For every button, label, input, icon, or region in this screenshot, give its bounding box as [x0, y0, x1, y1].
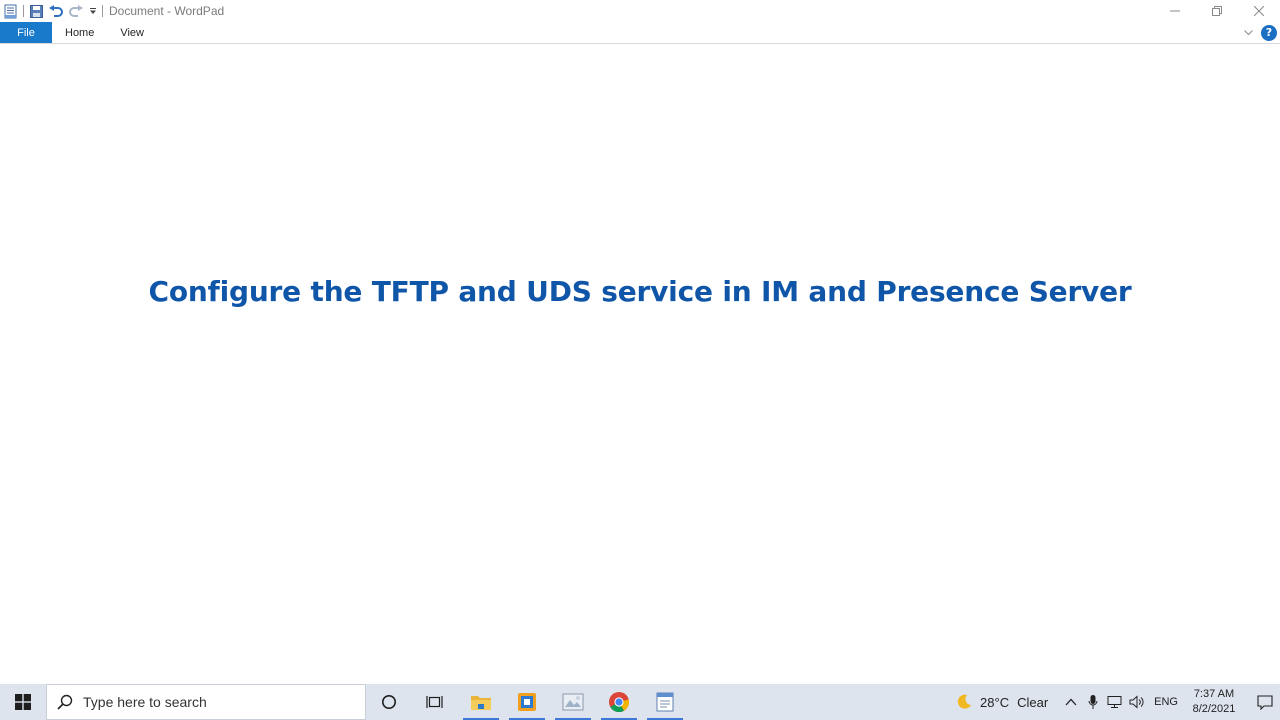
- notification-center-icon[interactable]: [1250, 684, 1280, 720]
- redo-icon[interactable]: [66, 1, 86, 21]
- search-placeholder: Type here to search: [83, 694, 207, 710]
- system-tray: 28°C Clear ENG 7:37 AM 8/2/2021: [956, 684, 1280, 720]
- volume-icon[interactable]: [1126, 684, 1148, 720]
- weather-widget[interactable]: 28°C Clear: [956, 694, 1048, 710]
- cortana-icon[interactable]: [366, 684, 412, 720]
- expand-ribbon-icon[interactable]: [1241, 26, 1255, 40]
- wordpad-window: Document - WordPad File Home View ? Conf…: [0, 0, 1280, 720]
- document-heading: Configure the TFTP and UDS service in IM…: [148, 275, 1132, 308]
- clock-date: 8/2/2021: [1192, 703, 1236, 715]
- taskbar-search-box[interactable]: Type here to search: [46, 684, 366, 720]
- restore-button[interactable]: [1196, 0, 1238, 22]
- network-icon[interactable]: [1104, 684, 1126, 720]
- document-area[interactable]: Configure the TFTP and UDS service in IM…: [0, 44, 1280, 684]
- paint-icon[interactable]: [550, 684, 596, 720]
- weather-condition: Clear: [1017, 694, 1049, 710]
- undo-icon[interactable]: [46, 1, 66, 21]
- customize-dropdown-icon[interactable]: [86, 1, 100, 21]
- taskbar: Type here to search 28°C Clear ENG 7:37 …: [0, 684, 1280, 720]
- save-icon[interactable]: [26, 1, 46, 21]
- file-explorer-icon[interactable]: [458, 684, 504, 720]
- moon-icon: [957, 694, 972, 709]
- help-icon[interactable]: ?: [1261, 24, 1277, 41]
- ribbon-right-controls: ?: [1241, 22, 1280, 43]
- ribbon-tab-bar: File Home View ?: [0, 22, 1280, 44]
- task-view-icon[interactable]: [412, 684, 458, 720]
- chrome-icon[interactable]: [596, 684, 642, 720]
- clock-time: 7:37 AM: [1193, 688, 1235, 700]
- tab-home[interactable]: Home: [52, 22, 107, 43]
- tab-file[interactable]: File: [0, 22, 52, 43]
- quick-access-toolbar: [0, 0, 105, 22]
- show-hidden-icons-chevron-up-icon[interactable]: [1060, 684, 1082, 720]
- weather-temperature: 28°C: [980, 694, 1010, 710]
- wordpad-app-icon[interactable]: [1, 1, 21, 21]
- title-bar: Document - WordPad: [0, 0, 1280, 22]
- window-title: Document - WordPad: [109, 4, 225, 18]
- window-controls: [1154, 0, 1280, 22]
- tab-view[interactable]: View: [107, 22, 157, 43]
- close-button[interactable]: [1238, 0, 1280, 22]
- virtualbox-icon[interactable]: [504, 684, 550, 720]
- search-icon: [57, 694, 73, 710]
- microphone-icon[interactable]: [1082, 684, 1104, 720]
- minimize-button[interactable]: [1154, 0, 1196, 22]
- taskbar-clock[interactable]: 7:37 AM 8/2/2021: [1188, 687, 1240, 717]
- separator: [23, 5, 24, 17]
- separator: [102, 5, 103, 17]
- start-button[interactable]: [0, 684, 46, 720]
- wordpad-icon[interactable]: [642, 684, 688, 720]
- windows-logo-icon: [15, 694, 31, 710]
- input-language-indicator[interactable]: ENG: [1154, 696, 1178, 708]
